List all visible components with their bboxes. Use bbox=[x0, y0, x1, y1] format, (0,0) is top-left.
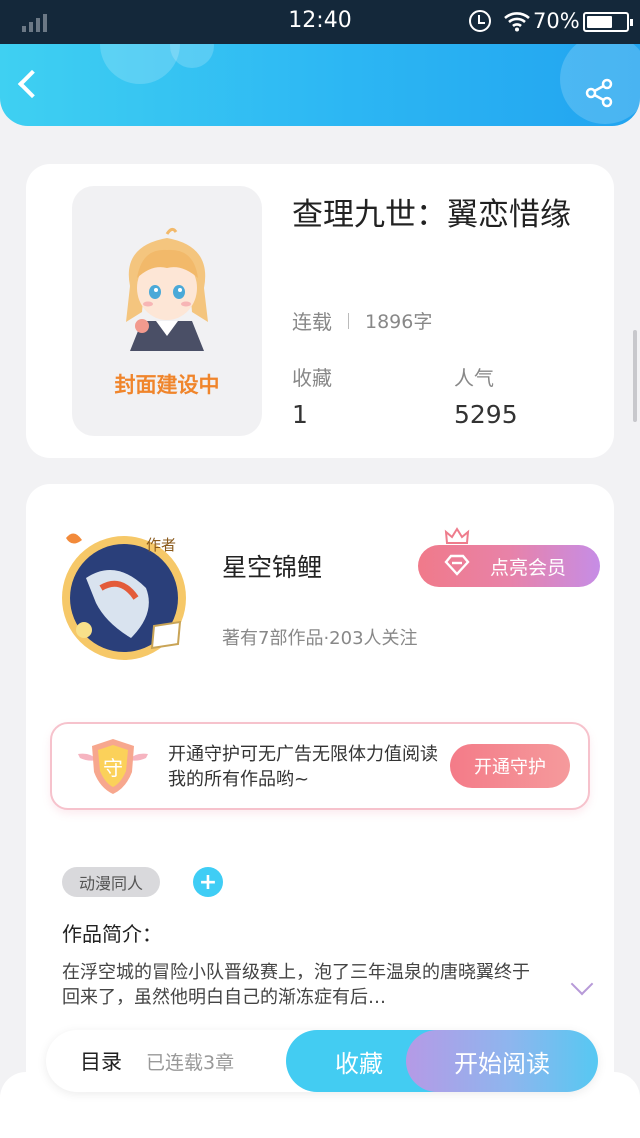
author-avatar[interactable]: 作者 bbox=[46, 518, 206, 668]
author-badge: 作者 bbox=[146, 536, 176, 554]
guard-icon-text: 守 bbox=[103, 756, 123, 780]
status-bar: 12:40 70% bbox=[0, 0, 640, 44]
book-info-card: 封面建设中 查理九世：翼恋惜缘 连载 1896字 收藏 1 人气 5295 bbox=[26, 164, 614, 458]
author-name[interactable]: 星空锦鲤 bbox=[222, 548, 322, 584]
wifi-icon bbox=[504, 10, 530, 37]
battery-icon bbox=[583, 12, 633, 32]
guard-text: 开通守护可无广告无限体力值阅读我的所有作品哟~ bbox=[168, 744, 438, 790]
guard-shield-icon: 守 bbox=[78, 739, 148, 794]
intro-text: 在浮空城的冒险小队晋级赛上，泡了三年温泉的唐晓翼终于回来了，虽然他明白自己的渐冻… bbox=[62, 962, 530, 1008]
genre-tag[interactable]: 动漫同人 bbox=[62, 867, 160, 897]
chapter-count: 已连载3章 bbox=[146, 1051, 235, 1074]
favorites-count: 1 bbox=[292, 400, 308, 429]
favorites-label: 收藏 bbox=[292, 366, 332, 390]
start-reading-button[interactable]: 开始阅读 bbox=[406, 1030, 598, 1092]
meta-divider bbox=[348, 312, 349, 329]
author-stats: 著有7部作品·203人关注 bbox=[222, 628, 418, 649]
cover-placeholder-illustration bbox=[126, 227, 208, 351]
toc-button[interactable]: 目录 bbox=[80, 1030, 122, 1092]
back-icon[interactable] bbox=[17, 69, 47, 99]
share-icon[interactable] bbox=[584, 78, 614, 108]
diamond-icon bbox=[444, 554, 470, 576]
bottom-action-bar: 目录 已连载3章 收藏 开始阅读 bbox=[46, 1030, 598, 1092]
add-tag-icon[interactable]: + bbox=[193, 867, 223, 897]
intro-label: 作品简介： bbox=[62, 922, 162, 946]
scrollbar[interactable] bbox=[633, 330, 637, 422]
app-header bbox=[0, 44, 640, 126]
vip-button-label: 点亮会员 bbox=[490, 556, 567, 579]
header-decoration bbox=[170, 44, 214, 68]
book-status: 连载 bbox=[292, 310, 332, 334]
header-decoration bbox=[100, 44, 180, 84]
alarm-icon bbox=[469, 10, 491, 32]
open-guard-button[interactable]: 开通守护 bbox=[450, 744, 570, 788]
vip-button[interactable]: 点亮会员 bbox=[418, 545, 600, 587]
cover-placeholder-text: 封面建设中 bbox=[114, 373, 220, 397]
book-title: 查理九世：翼恋惜缘 bbox=[292, 197, 571, 233]
guard-banner: 守 开通守护可无广告无限体力值阅读我的所有作品哟~ 开通守护 bbox=[50, 722, 590, 810]
battery-percent: 70% bbox=[533, 9, 580, 33]
book-word-count: 1896字 bbox=[365, 311, 433, 333]
popularity-count: 5295 bbox=[454, 400, 518, 429]
book-meta: 连载 1896字 bbox=[292, 306, 432, 335]
chevron-down-icon[interactable] bbox=[570, 972, 594, 996]
popularity-label: 人气 bbox=[454, 366, 494, 390]
crown-icon bbox=[444, 527, 470, 544]
book-cover: 封面建设中 bbox=[72, 186, 262, 436]
